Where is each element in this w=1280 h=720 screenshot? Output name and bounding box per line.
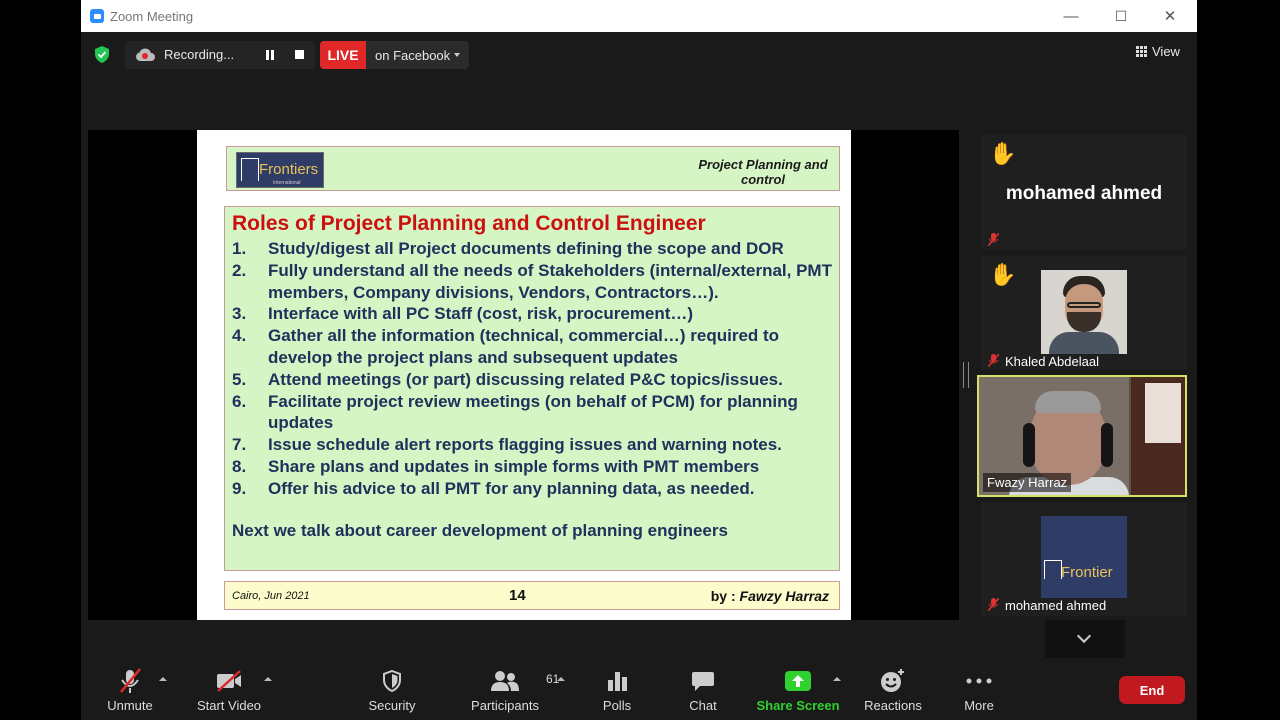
participant-name: mohamed ahmed xyxy=(1005,183,1163,204)
security-shield-icon xyxy=(383,670,401,692)
list-item: 9. Offer his advice to all PMT for any pl… xyxy=(232,478,755,498)
raised-hand-icon: ✋ xyxy=(989,141,1017,166)
list-item: 2. Fully understand all the needs of Stak… xyxy=(232,260,832,302)
footer-author: by : Fawzy Harraz xyxy=(710,588,829,604)
polls-button[interactable]: Polls xyxy=(589,660,645,720)
zoom-logo-icon xyxy=(90,9,104,23)
participant-name: Khaled Abdelaal xyxy=(1005,354,1099,369)
live-stream-control[interactable]: LIVE on Facebook xyxy=(320,41,469,69)
minimize-button[interactable]: — xyxy=(1048,0,1094,32)
slide-header-title: Project Planning and control xyxy=(698,157,828,187)
chat-button[interactable]: Chat xyxy=(675,660,731,720)
participant-tile[interactable]: Frontier mohamed ahmed xyxy=(981,502,1187,616)
slide-page-number: 14 xyxy=(509,587,526,604)
slide-body: Roles of Project Planning and Control En… xyxy=(224,206,840,571)
view-label: View xyxy=(1152,44,1180,59)
scroll-down-button[interactable] xyxy=(1045,620,1125,658)
participants-icon xyxy=(491,671,519,691)
slide-footer: Cairo, Jun 2021 14 by : Fawzy Harraz xyxy=(224,581,840,610)
meeting-top-bar: Recording... LIVE on Facebook View xyxy=(81,32,1197,78)
live-badge: LIVE xyxy=(320,41,366,69)
shared-screen: Frontiers International Project Planning… xyxy=(88,130,959,620)
list-item: 8. Share plans and updates in simple form… xyxy=(232,456,760,476)
participants-options-caret[interactable] xyxy=(557,677,565,681)
share-screen-button[interactable]: Share Screen xyxy=(756,660,840,720)
window-title: Zoom Meeting xyxy=(110,8,194,24)
list-item: 4. Gather all the information (technical,… xyxy=(232,326,780,367)
participant-tile[interactable]: ✋ mohamed ahmed xyxy=(981,135,1187,249)
raised-hand-icon: ✋ xyxy=(989,262,1017,287)
caret-down-icon[interactable] xyxy=(454,53,460,57)
close-button[interactable]: ✕ xyxy=(1147,0,1193,32)
building-icon xyxy=(241,158,259,181)
video-off-icon xyxy=(217,670,241,692)
slide-list: 1. Study/digest all Project documents def… xyxy=(232,238,836,500)
end-meeting-button[interactable]: End xyxy=(1119,676,1185,704)
recording-indicator: Recording... xyxy=(125,41,315,69)
slide-next-topic: Next we talk about career development of… xyxy=(232,521,728,540)
building-icon xyxy=(1044,560,1062,579)
slide-header: Frontiers International Project Planning… xyxy=(226,146,840,191)
more-button[interactable]: More xyxy=(953,660,1005,720)
participant-video xyxy=(1041,270,1127,354)
list-item: 7. Issue schedule alert reports flagging … xyxy=(232,435,782,455)
title-bar: Zoom Meeting — ☐ ✕ xyxy=(81,0,1197,32)
zoom-window: Zoom Meeting — ☐ ✕ Recording... LIVE on … xyxy=(81,0,1197,720)
stream-target-label[interactable]: on Facebook xyxy=(375,48,450,63)
start-video-button[interactable]: Start Video xyxy=(191,660,267,720)
muted-mic-icon xyxy=(988,598,999,611)
cloud-recording-icon xyxy=(136,48,155,61)
recording-label: Recording... xyxy=(164,47,235,62)
muted-mic-icon xyxy=(988,233,999,246)
list-item: 3. Interface with all PC Staff (cost, ris… xyxy=(232,304,694,324)
participant-avatar-logo: Frontier xyxy=(1041,516,1127,598)
participant-name: mohamed ahmed xyxy=(1005,598,1107,613)
grid-icon xyxy=(1136,46,1147,57)
muted-mic-icon xyxy=(988,354,999,367)
reactions-icon xyxy=(881,669,904,692)
participants-button[interactable]: 61 Participants xyxy=(467,660,559,720)
chat-icon xyxy=(692,672,714,691)
panel-resize-handle[interactable] xyxy=(963,362,969,388)
security-button[interactable]: Security xyxy=(361,660,423,720)
view-button[interactable]: View xyxy=(1136,44,1180,59)
slide-title: Roles of Project Planning and Control En… xyxy=(232,212,706,235)
list-item: 1. Study/digest all Project documents def… xyxy=(232,239,784,258)
share-options-caret[interactable] xyxy=(833,677,841,681)
unmute-button[interactable]: Unmute xyxy=(99,660,161,720)
share-screen-icon xyxy=(785,671,811,691)
presentation-slide: Frontiers International Project Planning… xyxy=(197,130,851,620)
participant-name: Fwazy Harraz xyxy=(983,473,1072,492)
pause-recording-icon[interactable] xyxy=(265,50,275,60)
encryption-shield-icon[interactable] xyxy=(94,46,110,63)
video-options-caret[interactable] xyxy=(264,677,272,681)
stop-recording-icon[interactable] xyxy=(295,50,304,59)
frontiers-logo: Frontiers International xyxy=(236,152,324,188)
meeting-toolbar: Unmute Start Video Security 61 Participa… xyxy=(81,660,1197,720)
maximize-button[interactable]: ☐ xyxy=(1098,0,1144,32)
footer-location-date: Cairo, Jun 2021 xyxy=(232,590,310,602)
reactions-button[interactable]: Reactions xyxy=(861,660,925,720)
chevron-down-icon xyxy=(1076,628,1092,644)
more-dots-icon xyxy=(966,678,992,684)
polls-icon xyxy=(608,672,627,691)
active-speaker-tile[interactable]: Fwazy Harraz xyxy=(977,375,1187,497)
list-item: 6. Facilitate project review meetings (on… xyxy=(232,391,798,433)
audio-options-caret[interactable] xyxy=(159,677,167,681)
participant-tile[interactable]: ✋ Khaled Abdelaal xyxy=(981,256,1187,370)
list-item: 5. Attend meetings (or part) discussing r… xyxy=(232,369,783,389)
muted-mic-icon xyxy=(120,668,141,693)
